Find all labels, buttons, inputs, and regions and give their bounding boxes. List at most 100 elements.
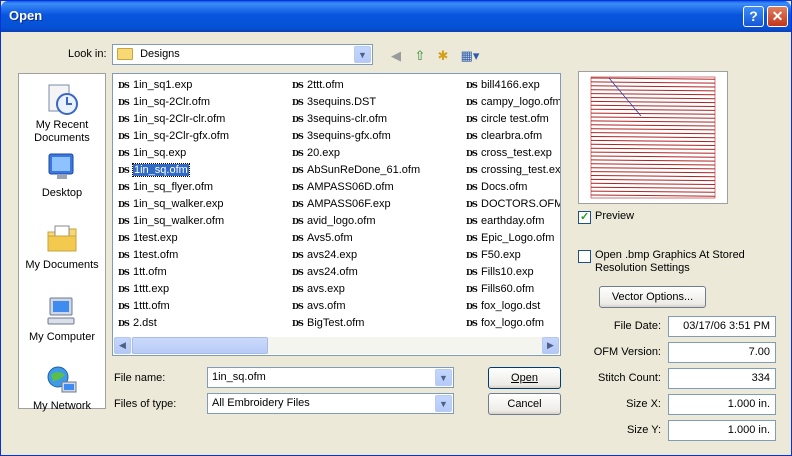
file-item[interactable]: DS avid_logo.ofm [289, 213, 420, 230]
file-item[interactable]: DS DOCTORS.OFM [463, 196, 560, 213]
vector-options-button[interactable]: Vector Options... [599, 286, 706, 308]
close-button[interactable]: ✕ [767, 6, 788, 27]
embroidery-file-icon: DS [466, 182, 478, 192]
place-label: My Network [32, 400, 92, 412]
open-button[interactable]: Open [488, 367, 561, 389]
embroidery-file-icon: DS [118, 284, 130, 294]
back-icon[interactable]: ◀ [386, 46, 406, 66]
file-item[interactable]: DS 1in_sq_flyer.ofm [115, 179, 229, 196]
file-item[interactable]: DS 1in_sq.ofm [115, 162, 229, 179]
file-item[interactable]: DS avs.exp [289, 281, 420, 298]
embroidery-file-icon: DS [118, 114, 130, 124]
file-item[interactable]: DS Fills10.exp [463, 264, 560, 281]
scroll-right-icon[interactable]: ▶ [542, 337, 559, 354]
file-item[interactable]: DS AMPASS06D.ofm [289, 179, 420, 196]
file-item[interactable]: DS AbSunReDone_61.ofm [289, 162, 420, 179]
new-folder-icon[interactable]: ✱ [433, 46, 453, 66]
file-item[interactable]: DS 1in_sq1.exp [115, 77, 229, 94]
views-menu-icon[interactable]: ▦▾ [457, 46, 483, 66]
place-my-network[interactable]: My Network [19, 363, 105, 413]
file-item[interactable]: DS 1in_sq-2Clr-gfx.ofm [115, 128, 229, 145]
chevron-down-icon[interactable]: ▼ [435, 369, 452, 386]
bmp-checkbox-label-line2: Resolution Settings [595, 262, 690, 274]
file-item[interactable]: DS circle test.ofm [463, 111, 560, 128]
file-item[interactable]: DS 2.dst [115, 315, 229, 332]
place-my-computer[interactable]: My Computer [19, 294, 105, 344]
embroidery-file-icon: DS [466, 97, 478, 107]
chevron-down-icon[interactable]: ▼ [435, 395, 452, 412]
chevron-down-icon[interactable]: ▼ [354, 46, 371, 63]
file-item[interactable]: DS 3sequins-gfx.ofm [289, 128, 420, 145]
file-item[interactable]: DS avs24.exp [289, 247, 420, 264]
scrollbar-thumb[interactable] [132, 337, 268, 354]
stitch-line [590, 108, 716, 111]
horizontal-scrollbar[interactable]: ◀ ▶ [114, 337, 559, 354]
file-item[interactable]: DS fox_logo.ofm [463, 315, 560, 332]
size-y-field: 1.000 in. [668, 420, 776, 441]
file-item[interactable]: DS campy_logo.ofm [463, 94, 560, 111]
help-button[interactable]: ? [743, 6, 764, 27]
file-item[interactable]: DS Docs.ofm [463, 179, 560, 196]
file-item[interactable]: DS 20.exp [289, 145, 420, 162]
cancel-button[interactable]: Cancel [488, 393, 561, 415]
file-item[interactable]: DS 1in_sq-2Clr.ofm [115, 94, 229, 111]
file-name: 1ttt.exp [133, 283, 170, 295]
file-item[interactable]: DS bill4166.exp [463, 77, 560, 94]
embroidery-file-icon: DS [292, 216, 304, 226]
preview-checkbox[interactable]: ✓ [578, 211, 591, 224]
file-item[interactable]: DS 1ttt.ofm [115, 298, 229, 315]
file-item[interactable]: DS 1test.ofm [115, 247, 229, 264]
file-item[interactable]: DS 1tt.ofm [115, 264, 229, 281]
file-item[interactable]: DS earthday.ofm [463, 213, 560, 230]
file-item[interactable]: DS 1in_sq_walker.exp [115, 196, 229, 213]
file-item[interactable]: DS Fills60.ofm [463, 281, 560, 298]
file-item[interactable]: DS AMPASS06F.exp [289, 196, 420, 213]
files-of-type-select[interactable]: All Embroidery Files ▼ [207, 393, 454, 414]
file-item[interactable]: DS F50.exp [463, 247, 560, 264]
stitch-line [590, 171, 716, 174]
size-x-field: 1.000 in. [668, 394, 776, 415]
file-item[interactable]: DS cross_test.exp [463, 145, 560, 162]
scroll-left-icon[interactable]: ◀ [114, 337, 131, 354]
file-name: 2.dst [133, 317, 157, 329]
dialog-title: Open [9, 8, 43, 23]
file-date-field: 03/17/06 3:51 PM [668, 316, 776, 337]
stitch-line [590, 139, 716, 143]
file-name: avs.ofm [307, 300, 346, 312]
recent-documents-icon [48, 84, 78, 115]
file-name: avs.exp [307, 283, 345, 295]
file-item[interactable]: DS fox_logo.dst [463, 298, 560, 315]
stitch-line [590, 167, 716, 170]
stitch-preview [590, 76, 716, 199]
file-item[interactable]: DS 1in_sq_walker.ofm [115, 213, 229, 230]
file-item[interactable]: DS 3sequins-clr.ofm [289, 111, 420, 128]
file-item[interactable]: DS 1test.exp [115, 230, 229, 247]
place-my-recent-documents[interactable]: My Recent Documents [19, 82, 105, 145]
file-name: Fills10.exp [481, 266, 534, 278]
place-desktop[interactable]: Desktop [19, 150, 105, 200]
file-item[interactable]: DS 1in_sq-2Clr-clr.ofm [115, 111, 229, 128]
file-item[interactable]: DS clearbra.ofm [463, 128, 560, 145]
up-folder-icon[interactable]: ⇧ [410, 46, 430, 66]
file-item[interactable]: DS 1in_sq.exp [115, 145, 229, 162]
look-in-combo[interactable]: Designs ▼ [112, 44, 373, 65]
stitch-line [590, 128, 716, 131]
file-item[interactable]: DS Avs5.ofm [289, 230, 420, 247]
file-item[interactable]: DS crossing_test.exp [463, 162, 560, 179]
file-item[interactable]: DS BigTest.ofm [289, 315, 420, 332]
file-item[interactable]: DS avs.ofm [289, 298, 420, 315]
file-item[interactable]: DS avs24.ofm [289, 264, 420, 281]
file-name-input[interactable]: 1in_sq.ofm ▼ [207, 367, 454, 388]
file-item[interactable]: DS 2ttt.ofm [289, 77, 420, 94]
file-item[interactable]: DS 1ttt.exp [115, 281, 229, 298]
file-item[interactable]: DS 3sequins.DST [289, 94, 420, 111]
place-my-documents[interactable]: My Documents [19, 222, 105, 272]
file-item[interactable]: DS Epic_Logo.ofm [463, 230, 560, 247]
stitch-line [590, 143, 716, 146]
embroidery-file-icon: DS [118, 199, 130, 209]
file-list[interactable]: DS 1in_sq1.exp DS 1in_sq-2Clr.ofm DS 1in_sq-2… [112, 73, 561, 356]
file-name: 3sequins-clr.ofm [307, 113, 388, 125]
title-bar[interactable]: Open ? ✕ [1, 1, 791, 32]
bmp-resolution-checkbox[interactable] [578, 250, 591, 263]
file-name: AbSunReDone_61.ofm [307, 164, 421, 176]
